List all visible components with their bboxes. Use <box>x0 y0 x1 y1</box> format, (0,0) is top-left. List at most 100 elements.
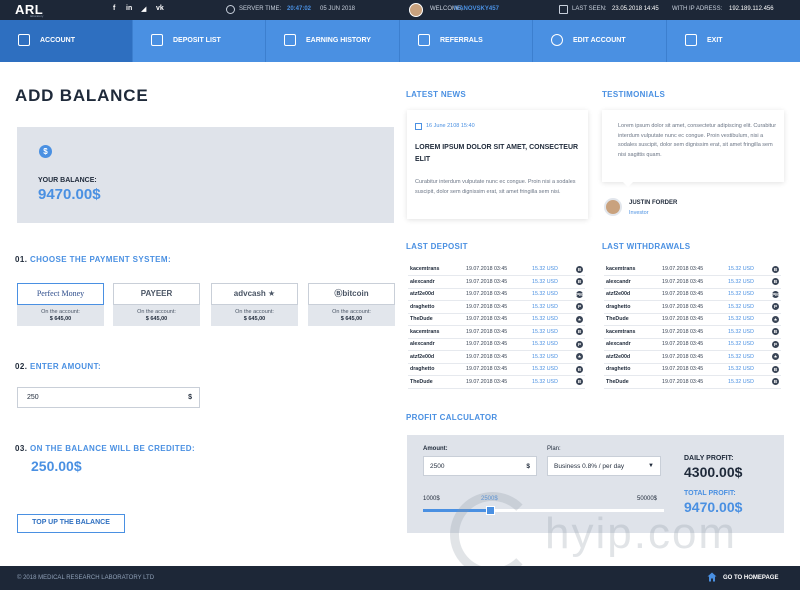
row-amount: 15.32 USD <box>530 288 574 301</box>
row-user: atzf2e00d <box>604 288 660 301</box>
user-avatar[interactable] <box>409 3 423 17</box>
payment-system-icon: B <box>772 365 779 373</box>
amount-slider-handle[interactable] <box>486 506 496 515</box>
total-profit-value: 9470.00$ <box>684 499 743 515</box>
payment-system-icon: B <box>576 365 583 373</box>
table-row: atzf2e00d 19.07.2018 03:45 15.32 USD ★ <box>408 350 585 364</box>
server-date: 05 JUN 2018 <box>320 6 356 12</box>
payment-bitcoin[interactable]: Ⓑbitcoin On the account: $ 645,00 <box>308 283 395 326</box>
testimonial-avatar <box>604 198 622 216</box>
news-body: Curabitur interdum vulputate nunc ec con… <box>415 179 576 195</box>
table-row: alexcandr 19.07.2018 03:45 15.32 USD B <box>408 275 585 289</box>
username-link[interactable]: IVANOVSKY457 <box>454 6 499 12</box>
payment-system-icon: PM <box>772 290 779 298</box>
exit-icon <box>685 34 697 46</box>
payment-perfect-money[interactable]: Perfect Money On the account: $ 645,00 <box>17 283 104 326</box>
payment-system-icon: P <box>772 303 779 311</box>
home-icon[interactable] <box>707 572 717 582</box>
calc-amount-value: 2500 <box>430 463 445 470</box>
payment-system-icon: P <box>772 340 779 348</box>
row-user: alexcandr <box>408 338 464 351</box>
row-payment-icon: B <box>770 375 781 389</box>
plan-select[interactable]: Business 0.8% / per day ▼ <box>547 456 661 476</box>
payment-system-icon: PM <box>576 290 583 298</box>
row-date: 19.07.2018 03:45 <box>660 375 726 389</box>
row-date: 19.07.2018 03:45 <box>660 338 726 351</box>
credited-value: 250.00$ <box>31 458 82 474</box>
daily-profit-label: DAILY PROFIT: <box>684 455 734 462</box>
row-user: draghetto <box>604 300 660 314</box>
payment-system-icon: B <box>772 378 779 386</box>
row-user: alexcandr <box>408 275 464 289</box>
gear-icon <box>551 34 563 46</box>
news-headline[interactable]: LOREM IPSUM DOLOR SIT AMET, CONSECTEUR E… <box>415 142 580 166</box>
nav-deposit-list[interactable]: Deposit list <box>133 20 266 62</box>
row-user: TheDude <box>408 313 464 326</box>
dollar-icon: $ <box>39 145 52 158</box>
row-amount: 15.32 USD <box>530 263 574 276</box>
row-amount: 15.32 USD <box>726 313 770 326</box>
table-row: TheDude 19.07.2018 03:45 15.32 USD B <box>408 375 585 389</box>
table-row: kacemtrans 19.07.2018 03:45 15.32 USD B <box>408 263 585 276</box>
top-up-button[interactable]: TOP UP THE BALANCE <box>17 514 125 533</box>
payment-system-icon: B <box>576 278 583 286</box>
telegram-icon[interactable]: ◢ <box>141 5 146 13</box>
copyright: © 2018 MEDICAL RESEARCH LABORATORY LTD <box>17 575 155 581</box>
step-payment-system: 01. CHOOSE THE PAYMENT SYSTEM: <box>15 255 171 264</box>
payment-system-icon: B <box>772 278 779 286</box>
row-date: 19.07.2018 03:45 <box>464 300 530 314</box>
step-number: 02. <box>15 362 28 371</box>
row-user: atzf2e00d <box>408 350 464 364</box>
step-title: ON THE BALANCE WILL BE CREDITED: <box>29 444 196 453</box>
nav-deposit-list-label: Deposit list <box>173 37 221 44</box>
row-amount: 15.32 USD <box>726 275 770 289</box>
facebook-icon[interactable]: f <box>113 5 115 12</box>
instagram-icon[interactable]: in <box>126 5 132 12</box>
calc-amount-label: Amount: <box>423 446 448 452</box>
vk-icon[interactable]: vk <box>156 5 164 12</box>
row-date: 19.07.2018 03:45 <box>464 363 530 376</box>
last-deposit-title: LAST DEPOSIT <box>406 242 468 251</box>
row-date: 19.07.2018 03:45 <box>660 275 726 289</box>
amount-input-value: 250 <box>27 394 39 401</box>
testimonial-name: JUSTIN FORDER <box>629 200 678 206</box>
payment-payeer[interactable]: PAYEER On the account: $ 645,00 <box>113 283 200 326</box>
amount-input[interactable]: 250 $ <box>17 387 200 408</box>
testimonials-title: TESTIMONIALS <box>602 90 666 99</box>
go-to-homepage-link[interactable]: GO TO HOMEPAGE <box>723 575 778 581</box>
row-date: 19.07.2018 03:45 <box>660 288 726 301</box>
row-user: TheDude <box>408 375 464 389</box>
nav-exit[interactable]: Exit <box>667 20 800 62</box>
referrals-icon <box>418 34 430 46</box>
clock-icon <box>226 5 235 14</box>
row-date: 19.07.2018 03:45 <box>464 338 530 351</box>
table-row: draghetto 19.07.2018 03:45 15.32 USD P <box>408 300 585 314</box>
footer: © 2018 MEDICAL RESEARCH LABORATORY LTD G… <box>0 566 800 590</box>
amount-slider-track[interactable] <box>423 506 664 515</box>
payment-system-icon: B <box>772 265 779 273</box>
row-amount: 15.32 USD <box>726 325 770 339</box>
row-amount: 15.32 USD <box>726 288 770 301</box>
row-amount: 15.32 USD <box>530 350 574 364</box>
table-row: atzf2e00d 19.07.2018 03:45 15.32 USD PM <box>408 288 585 301</box>
payment-system-icon: B <box>576 265 583 273</box>
row-amount: 15.32 USD <box>530 338 574 351</box>
news-card[interactable]: 16 June 2108 15:40 LOREM IPSUM DOLOR SIT… <box>407 110 588 219</box>
row-date: 19.07.2018 03:45 <box>660 363 726 376</box>
balance-panel: $ YOUR BALANCE: 9470.00$ <box>17 127 394 223</box>
nav-exit-label: Exit <box>707 37 723 44</box>
payment-system-icon: ★ <box>772 353 779 361</box>
calc-amount-input[interactable]: 2500 $ <box>423 456 537 476</box>
payment-system-icon: ★ <box>772 315 779 323</box>
table-row: alexcandr 19.07.2018 03:45 15.32 USD B <box>604 275 781 289</box>
plan-select-value: Business 0.8% / per day <box>554 463 625 470</box>
payment-advcash[interactable]: advcash ★ On the account: $ 645,00 <box>211 283 298 326</box>
nav-referrals[interactable]: Referrals <box>400 20 533 62</box>
step-credited: 03. ON THE BALANCE WILL BE CREDITED: <box>15 444 195 453</box>
row-payment-icon: B <box>574 375 585 389</box>
last-seen-value: 23.05.2018 14:45 <box>612 6 659 12</box>
step-number: 01. <box>15 255 28 264</box>
nav-edit-account[interactable]: Edit account <box>533 20 667 62</box>
nav-earning-history[interactable]: Earning history <box>266 20 400 62</box>
nav-account[interactable]: Account <box>0 20 133 62</box>
